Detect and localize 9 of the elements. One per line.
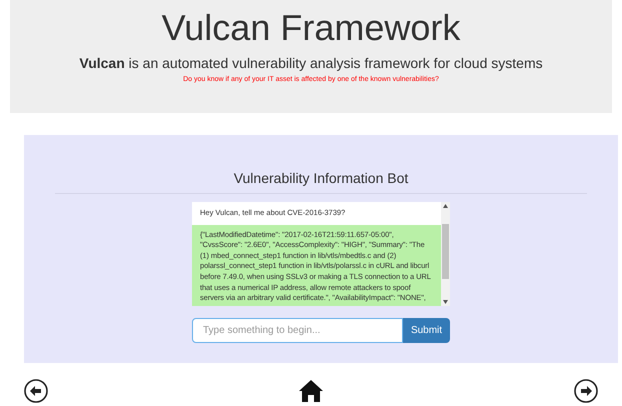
submit-button[interactable]: Submit (403, 318, 450, 343)
home-icon[interactable] (298, 379, 324, 403)
scroll-up-icon[interactable] (443, 204, 448, 208)
scroll-down-icon[interactable] (443, 300, 448, 304)
bot-title: Vulnerability Information Bot (234, 169, 408, 187)
page-title: Vulcan Framework (162, 6, 460, 50)
message-input[interactable]: Type something to begin... (192, 318, 403, 343)
scrollbar[interactable] (441, 202, 450, 306)
tagline: Vulcan is an automated vulnerability analysis framework for cloud systems (79, 54, 543, 72)
